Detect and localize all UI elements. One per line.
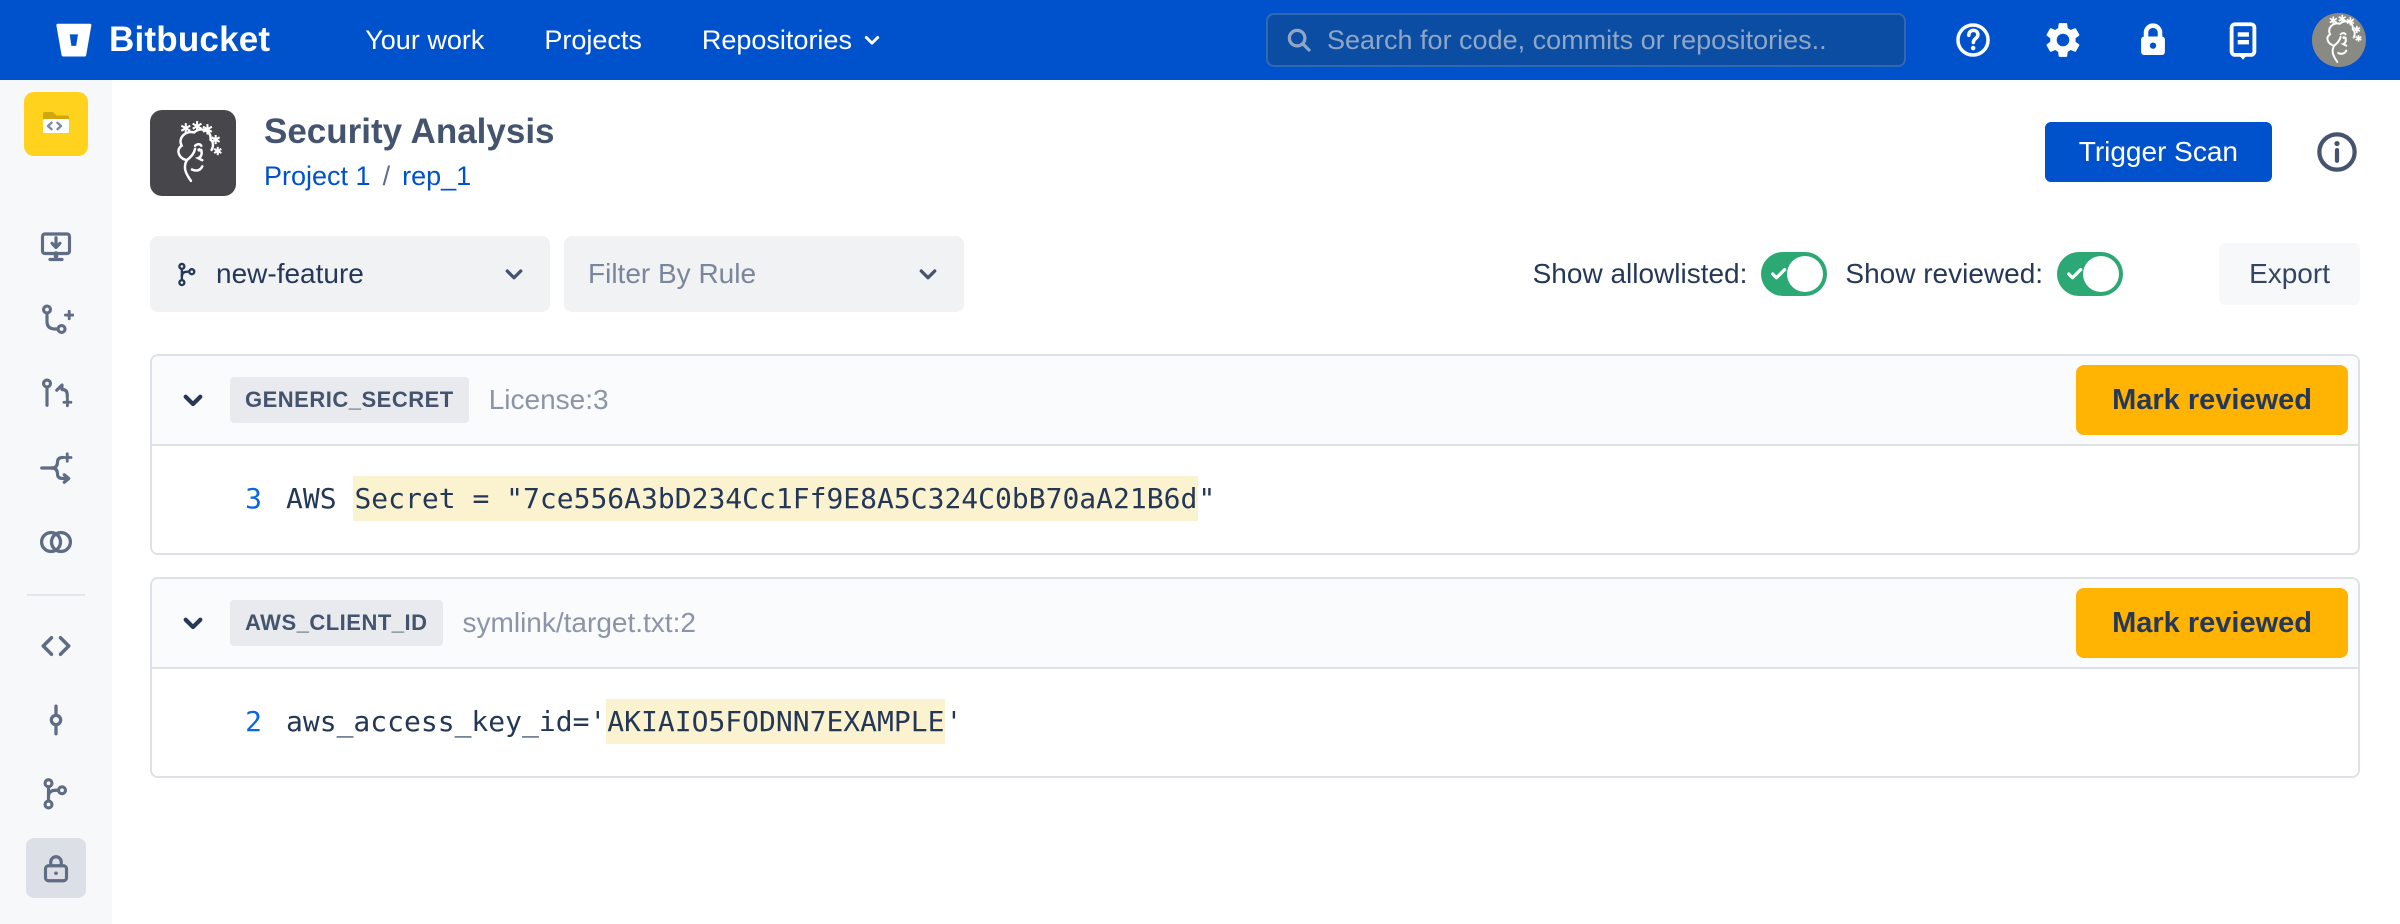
toggle-group: Show allowlisted: Show reviewed: Export <box>1533 243 2360 305</box>
header-actions: Trigger Scan <box>2045 110 2360 182</box>
help-icon[interactable] <box>1952 19 1994 61</box>
sidebar-divider <box>27 594 85 596</box>
mark-reviewed-button[interactable]: Mark reviewed <box>2076 588 2348 658</box>
breadcrumb-project-link[interactable]: Project 1 <box>264 161 371 192</box>
settings-gear-icon[interactable] <box>2042 19 2084 61</box>
finding-card-header: AWS_CLIENT_ID symlink/target.txt:2 Mark … <box>152 579 2358 669</box>
user-avatar[interactable] <box>2312 13 2366 67</box>
source-code-icon[interactable] <box>26 616 86 676</box>
rule-filter-dropdown[interactable]: Filter By Rule <box>564 236 964 312</box>
code-line: 3 AWS Secret = "7ce556A3bD234Cc1Ff9E8A5C… <box>152 482 2358 515</box>
repository-code-folder-icon[interactable] <box>24 92 88 156</box>
chevron-down-icon <box>502 262 526 286</box>
repo-sidebar <box>0 80 112 924</box>
global-search <box>1266 13 1906 67</box>
search-input[interactable] <box>1327 25 1888 56</box>
top-navigation-bar: Bitbucket Your work Projects Repositorie… <box>0 0 2400 80</box>
branch-selector-value: new-feature <box>216 258 364 290</box>
finding-card: AWS_CLIENT_ID symlink/target.txt:2 Mark … <box>150 577 2360 778</box>
finding-card: GENERIC_SECRET License:3 Mark reviewed 3… <box>150 354 2360 555</box>
create-pull-request-icon[interactable] <box>26 364 86 424</box>
info-icon[interactable] <box>2314 129 2360 175</box>
check-icon <box>1769 264 1789 284</box>
rule-filter-placeholder: Filter By Rule <box>588 258 756 290</box>
breadcrumb-repo-link[interactable]: rep_1 <box>402 161 471 192</box>
show-reviewed-toggle[interactable] <box>2057 252 2123 296</box>
chevron-down-icon <box>862 30 882 50</box>
show-reviewed-label: Show reviewed: <box>1845 258 2043 290</box>
git-branch-icon <box>174 261 201 288</box>
commits-icon[interactable] <box>26 690 86 750</box>
repo-avatar <box>150 110 236 196</box>
primary-nav: Your work Projects Repositories <box>365 25 882 56</box>
feedback-icon[interactable] <box>2222 19 2264 61</box>
rule-badge: AWS_CLIENT_ID <box>230 600 443 646</box>
lock-icon[interactable] <box>2132 19 2174 61</box>
breadcrumb: Project 1 / rep_1 <box>264 161 555 192</box>
chevron-down-icon[interactable] <box>180 387 206 413</box>
finding-location: License:3 <box>489 384 609 416</box>
security-lock-icon[interactable] <box>26 838 86 898</box>
branches-icon[interactable] <box>26 764 86 824</box>
code-text: AWS Secret = "7ce556A3bD234Cc1Ff9E8A5C32… <box>286 482 1215 515</box>
show-allowlisted-toggle[interactable] <box>1761 252 1827 296</box>
line-number: 2 <box>152 705 262 738</box>
search-icon <box>1284 25 1314 55</box>
chevron-down-icon[interactable] <box>180 610 206 636</box>
nav-projects[interactable]: Projects <box>544 25 642 56</box>
create-pipeline-icon[interactable] <box>26 438 86 498</box>
bitbucket-bucket-icon <box>54 20 94 60</box>
breadcrumb-separator: / <box>383 161 391 192</box>
title-block: Security Analysis Project 1 / rep_1 <box>264 110 555 192</box>
bitbucket-logo[interactable]: Bitbucket <box>54 20 270 60</box>
compare-circles-icon[interactable] <box>26 512 86 572</box>
check-icon <box>2065 264 2085 284</box>
code-line: 2 aws_access_key_id='AKIAIO5FODNN7EXAMPL… <box>152 705 2358 738</box>
create-branch-icon[interactable] <box>26 290 86 350</box>
finding-location: symlink/target.txt:2 <box>463 607 696 639</box>
code-text: aws_access_key_id='AKIAIO5FODNN7EXAMPLE' <box>286 705 962 738</box>
trigger-scan-button[interactable]: Trigger Scan <box>2045 122 2272 182</box>
main-content: Security Analysis Project 1 / rep_1 Trig… <box>112 80 2400 924</box>
secret-highlight: Secret = "7ce556A3bD234Cc1Ff9E8A5C324C0b… <box>353 476 1198 521</box>
rule-badge: GENERIC_SECRET <box>230 377 469 423</box>
finding-card-body: 2 aws_access_key_id='AKIAIO5FODNN7EXAMPL… <box>152 669 2358 776</box>
finding-card-header: GENERIC_SECRET License:3 Mark reviewed <box>152 356 2358 446</box>
page-title: Security Analysis <box>264 112 555 152</box>
nav-repositories[interactable]: Repositories <box>702 25 882 56</box>
branch-selector-dropdown[interactable]: new-feature <box>150 236 550 312</box>
nav-your-work[interactable]: Your work <box>365 25 484 56</box>
toggle-knob <box>1787 256 1823 292</box>
line-number: 3 <box>152 482 262 515</box>
clone-icon[interactable] <box>26 216 86 276</box>
page-header: Security Analysis Project 1 / rep_1 Trig… <box>150 110 2360 196</box>
export-button[interactable]: Export <box>2219 243 2360 305</box>
toggle-knob <box>2083 256 2119 292</box>
mark-reviewed-button[interactable]: Mark reviewed <box>2076 365 2348 435</box>
show-allowlisted-label: Show allowlisted: <box>1533 258 1748 290</box>
secret-highlight: AKIAIO5FODNN7EXAMPLE <box>606 699 945 744</box>
finding-card-body: 3 AWS Secret = "7ce556A3bD234Cc1Ff9E8A5C… <box>152 446 2358 553</box>
filter-row: new-feature Filter By Rule Show allowlis… <box>150 236 2360 312</box>
brand-name: Bitbucket <box>109 20 270 60</box>
nav-icon-group <box>1952 13 2366 67</box>
chevron-down-icon <box>916 262 940 286</box>
